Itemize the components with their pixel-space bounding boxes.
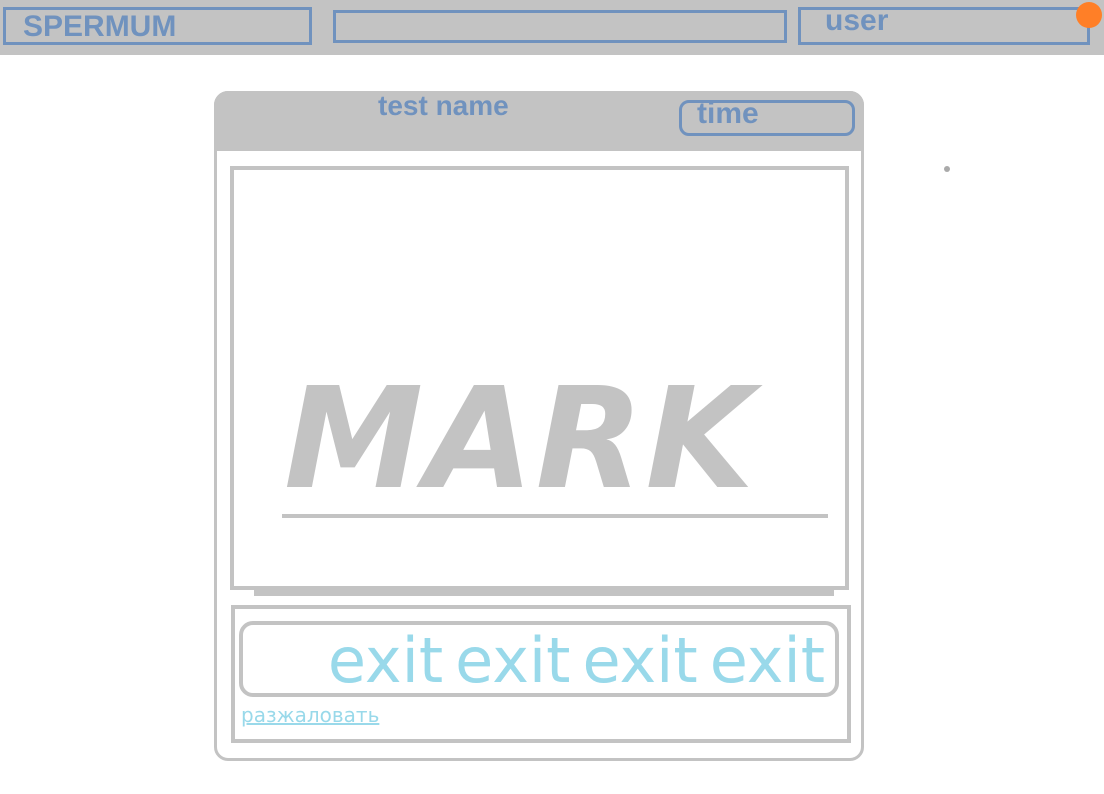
stray-dot: [944, 166, 950, 172]
test-name-title: test name: [378, 90, 509, 121]
notification-dot-icon[interactable]: [1076, 2, 1102, 28]
app-title: SPERMUM: [23, 10, 177, 43]
exit-button-1[interactable]: exit: [328, 630, 443, 692]
search-input[interactable]: [333, 10, 787, 43]
logo-box[interactable]: SPERMUM: [3, 7, 312, 45]
demote-link[interactable]: разжаловать: [241, 704, 379, 726]
actions-panel: exit exit exit exit разжаловать: [231, 605, 851, 743]
mark-panel: MARK: [230, 166, 849, 590]
time-field: time: [679, 97, 855, 136]
top-bar: SPERMUM user: [0, 0, 1104, 55]
divider: [254, 590, 834, 596]
exit-button-4[interactable]: exit: [710, 630, 825, 692]
exit-button-3[interactable]: exit: [582, 630, 697, 692]
test-window: test name time MARK exit exit exit exit …: [214, 91, 864, 761]
test-window-header: test name time: [214, 91, 864, 151]
mark-underline: [282, 514, 828, 518]
mark-label: MARK: [284, 358, 756, 521]
user-menu[interactable]: user: [798, 4, 1090, 45]
time-label: time: [697, 97, 759, 130]
exit-button-2[interactable]: exit: [455, 630, 570, 692]
user-label: user: [825, 4, 889, 37]
exit-buttons-row: exit exit exit exit: [239, 621, 839, 697]
